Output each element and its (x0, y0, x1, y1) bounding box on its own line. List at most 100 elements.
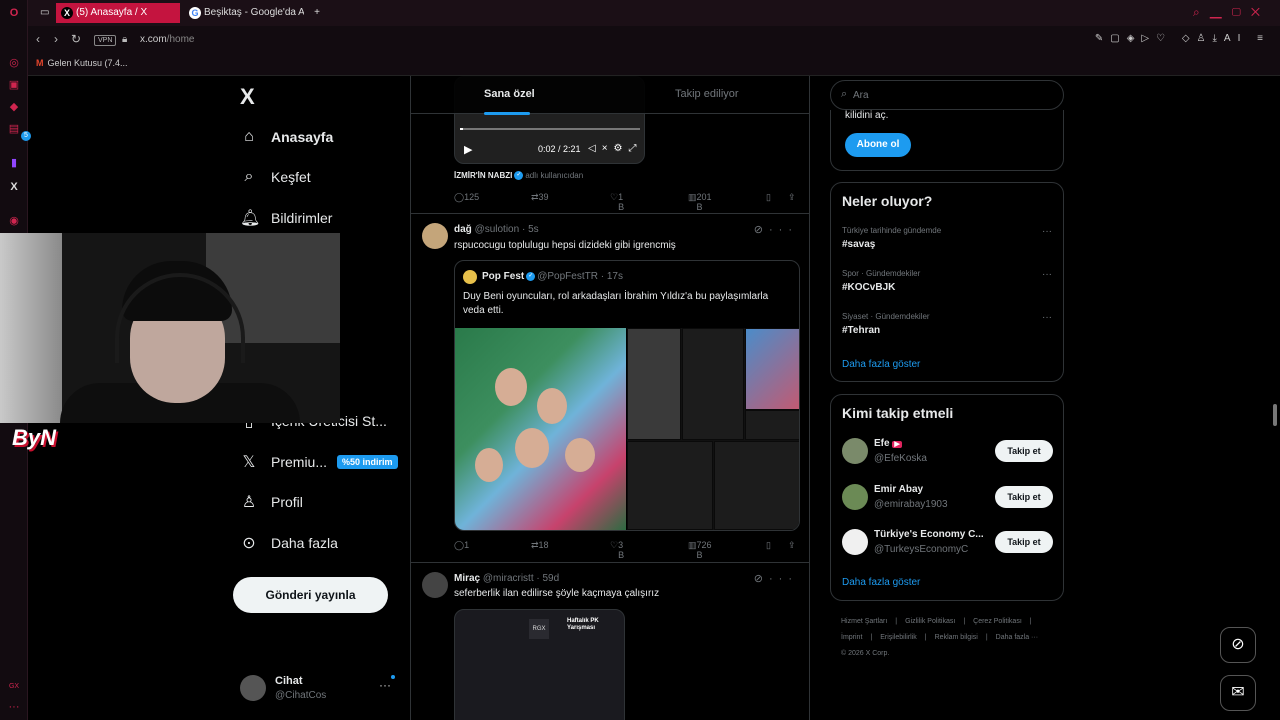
tweet-time[interactable]: · 59d (536, 573, 559, 584)
search-input[interactable]: ⌕ Ara (830, 80, 1064, 110)
trend-more-icon[interactable]: ··· (1042, 226, 1052, 237)
reload-icon[interactable]: ↻ (71, 32, 81, 46)
tweet-time[interactable]: · 5s (522, 224, 539, 235)
bookmark-icon[interactable]: ▯ (766, 540, 771, 551)
nav-item-notifications[interactable]: 🔔︎ Bildirimler (240, 203, 332, 233)
tweet-author[interactable]: dağ (454, 224, 472, 235)
follow-show-more-link[interactable]: Daha fazla göster (842, 577, 920, 588)
like-button[interactable]: ♡ 3 B (610, 540, 624, 560)
sidebar-more-icon[interactable]: ··· (7, 700, 21, 714)
footer-link[interactable]: Reklam bilgisi (935, 634, 978, 641)
twitch-icon[interactable]: ▮ (7, 156, 21, 170)
nav-item-more[interactable]: ⊙ Daha fazla (240, 528, 338, 558)
bookmark-icon[interactable]: ▯ (766, 192, 771, 203)
tab-x-home[interactable]: X (5) Anasayfa / X (56, 3, 180, 23)
trend-more-icon[interactable]: ··· (1042, 312, 1052, 323)
quoted-tweet[interactable]: Pop Fest ✓ @PopFestTR · 17s Duy Beni oyunc… (454, 260, 800, 531)
grok-icon[interactable]: ⊘ (754, 573, 769, 585)
follow-name[interactable]: Emir Abay (874, 484, 984, 495)
tweet-handle[interactable]: @sulotion (475, 224, 520, 235)
fullscreen-icon[interactable]: ⤢ (629, 143, 643, 154)
tweet-video[interactable]: RGX Haftalık PK Yarışması (454, 609, 625, 720)
new-tab-button[interactable]: + (310, 3, 324, 23)
workspaces-icon[interactable]: ▭ (40, 3, 52, 23)
nav-item-profile[interactable]: ♙ Profil (240, 487, 303, 517)
nav-item-explore[interactable]: ⌕ Keşfet (240, 162, 311, 192)
follow-button[interactable]: Takip et (995, 531, 1053, 553)
opera-logo-icon[interactable]: O (7, 6, 21, 20)
repost-button[interactable]: ⇄ 18 (531, 540, 549, 551)
trend-name[interactable]: #savaş (842, 239, 875, 250)
trend-name[interactable]: #KOCvBJK (842, 282, 895, 293)
follow-name[interactable]: Türkiye's Economy C... (874, 529, 984, 540)
toolbar-icons[interactable]: ✎▢◈▷♡ ◇♙⤓AI ≡ (1095, 33, 1270, 44)
views-button[interactable]: ▥ 726 B (688, 540, 712, 560)
nav-item-premium[interactable]: 𝕏 Premiu... %50 indirim (240, 447, 398, 477)
quote-image-collage[interactable] (627, 328, 799, 530)
account-switcher[interactable]: Cihat @CihatCos ··· (240, 673, 405, 707)
trend-name[interactable]: #Tehran (842, 325, 880, 336)
vpn-badge[interactable]: VPN (94, 35, 117, 46)
grok-floating-icon[interactable]: ⊘ (1220, 627, 1256, 663)
grok-icon[interactable]: ⊘ (754, 224, 769, 236)
footer-link[interactable]: Gizlilik Politikası (905, 618, 955, 625)
x-logo-icon[interactable]: X (240, 84, 255, 110)
avatar[interactable] (842, 529, 868, 555)
sidebar-news-icon[interactable]: ▤ (7, 122, 21, 136)
post-button[interactable]: Gönderi yayınla (233, 577, 388, 613)
more-icon[interactable]: ··· (769, 224, 798, 236)
footer-link[interactable]: Daha fazla ··· (996, 634, 1038, 641)
trend-context[interactable]: Spor · Gündemdekiler (842, 269, 920, 278)
lock-icon[interactable]: 🔒︎ (122, 34, 127, 45)
sidebar-pin-icon[interactable]: ◎ (7, 56, 21, 70)
x-sidebar-icon[interactable]: X (7, 180, 21, 194)
follow-button[interactable]: Takip et (995, 486, 1053, 508)
trend-more-icon[interactable]: ··· (1042, 269, 1052, 280)
video-source[interactable]: İZMİR'İN NABZI ✓ adlı kullanıcıdan (454, 171, 583, 181)
like-button[interactable]: ♡ 1 B (610, 192, 624, 212)
tab-following[interactable]: Takip ediliyor (675, 88, 739, 100)
settings-icon[interactable]: ⚙ (614, 143, 629, 154)
trend-context[interactable]: Türkiye tarihinde gündemde (842, 226, 941, 235)
gx-icon[interactable]: GX (7, 680, 21, 694)
share-icon[interactable]: ⇪ (788, 540, 796, 551)
play-icon[interactable]: ▶ (464, 143, 472, 156)
footer-link[interactable]: Erişilebilirlik (880, 634, 917, 641)
share-icon[interactable]: ⇪ (788, 192, 796, 203)
subscribe-button[interactable]: Abone ol (845, 133, 911, 157)
trends-show-more-link[interactable]: Daha fazla göster (842, 359, 920, 370)
url-field[interactable]: x.com/home (140, 34, 194, 45)
footer-link[interactable]: Hizmet Şartları (841, 618, 887, 625)
messages-floating-icon[interactable]: ✉ (1220, 675, 1256, 711)
footer-link[interactable]: Çerez Politikası (973, 618, 1022, 625)
tweet-handle[interactable]: @miracristt (483, 573, 534, 584)
window-controls[interactable]: ⌕▁▢✕ (1193, 5, 1270, 20)
tweet-menu[interactable]: ⊘··· (754, 572, 798, 585)
trend-context[interactable]: Siyaset · Gündemdekiler (842, 312, 930, 321)
follow-button[interactable]: Takip et (995, 440, 1053, 462)
quote-image-photo[interactable] (455, 328, 626, 530)
sidebar-player-icon[interactable]: ◉ (7, 214, 21, 228)
tweet-menu[interactable]: ⊘··· (754, 223, 798, 236)
tweet-author[interactable]: Miraç (454, 573, 480, 584)
avatar[interactable] (842, 438, 868, 464)
repost-button[interactable]: ⇄ 39 (531, 192, 549, 203)
avatar[interactable] (422, 572, 448, 598)
page-scrollbar[interactable] (1273, 404, 1277, 426)
video-progress-bar[interactable] (460, 128, 640, 130)
back-icon[interactable]: ‹ (36, 32, 40, 46)
more-icon[interactable]: ··· (769, 573, 798, 585)
bookmark-gmail[interactable]: M Gelen Kutusu (7.4... (36, 58, 128, 68)
nav-item-home[interactable]: ⌂ Anasayfa (240, 122, 333, 152)
tab-for-you[interactable]: Sana özel (484, 88, 535, 115)
follow-name[interactable]: Efe ▶ (874, 438, 984, 449)
forward-icon[interactable]: › (54, 32, 58, 46)
avatar[interactable] (422, 223, 448, 249)
sidebar-bag-icon[interactable]: ▣ (7, 78, 21, 92)
sidebar-messenger-icon[interactable]: ◆ (7, 100, 21, 114)
views-button[interactable]: ▥ 201 B (688, 192, 712, 212)
footer-link[interactable]: İmprint (841, 634, 862, 641)
video-controls[interactable]: ◁×⚙⤢ (588, 143, 643, 154)
reply-button[interactable]: ◯ 125 (454, 192, 479, 203)
mute-icon[interactable]: ◁× (588, 143, 614, 154)
